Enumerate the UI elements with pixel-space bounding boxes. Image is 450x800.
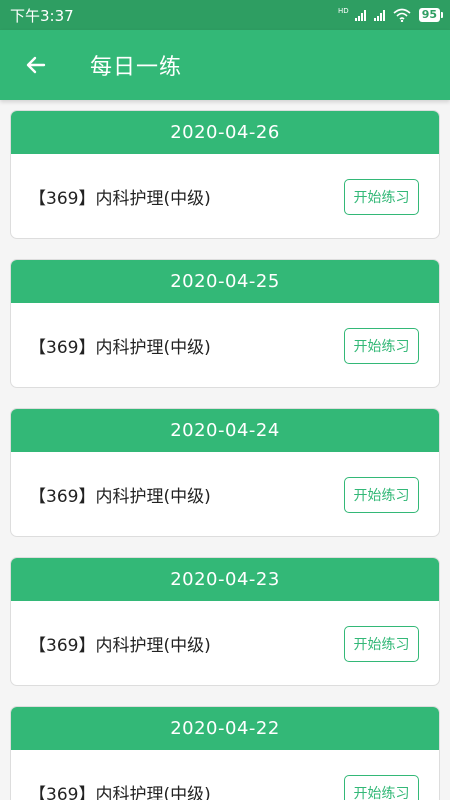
- network-type-label: HD: [338, 6, 349, 15]
- practice-card: 2020-04-25 【369】内科护理(中级) 开始练习: [10, 259, 440, 388]
- page-title: 每日一练: [90, 55, 183, 80]
- practice-date: 2020-04-24: [11, 409, 439, 452]
- battery-icon: 95: [418, 8, 444, 22]
- practice-title: 【369】内科护理(中级): [29, 785, 211, 800]
- practice-title: 【369】内科护理(中级): [29, 189, 211, 209]
- wifi-icon: [393, 8, 411, 22]
- practice-card: 2020-04-24 【369】内科护理(中级) 开始练习: [10, 408, 440, 537]
- practice-title: 【369】内科护理(中级): [29, 636, 211, 656]
- practice-card: 2020-04-23 【369】内科护理(中级) 开始练习: [10, 557, 440, 686]
- practice-body: 【369】内科护理(中级) 开始练习: [11, 452, 439, 536]
- practice-title: 【369】内科护理(中级): [29, 487, 211, 507]
- start-practice-button[interactable]: 开始练习: [344, 327, 419, 364]
- signal-icon: [373, 9, 385, 21]
- practice-body: 【369】内科护理(中级) 开始练习: [11, 750, 439, 800]
- status-time: 下午3:37: [10, 6, 74, 25]
- start-practice-button[interactable]: 开始练习: [344, 476, 419, 513]
- practice-title: 【369】内科护理(中级): [29, 338, 211, 358]
- arrow-left-icon: [26, 56, 46, 74]
- practice-body: 【369】内科护理(中级) 开始练习: [11, 154, 439, 238]
- practice-body: 【369】内科护理(中级) 开始练习: [11, 303, 439, 387]
- app-bar: 每日一练: [0, 30, 450, 100]
- back-button[interactable]: [14, 43, 58, 87]
- practice-date: 2020-04-25: [11, 260, 439, 303]
- practice-card: 2020-04-22 【369】内科护理(中级) 开始练习: [10, 706, 440, 800]
- status-icons: HD 95: [338, 6, 444, 22]
- practice-card: 2020-04-26 【369】内科护理(中级) 开始练习: [10, 110, 440, 239]
- practice-date: 2020-04-26: [11, 111, 439, 154]
- status-bar: 下午3:37 HD 95: [0, 0, 450, 30]
- practice-date: 2020-04-22: [11, 707, 439, 750]
- practice-body: 【369】内科护理(中级) 开始练习: [11, 601, 439, 685]
- practice-date: 2020-04-23: [11, 558, 439, 601]
- practice-list[interactable]: 2020-04-26 【369】内科护理(中级) 开始练习 2020-04-25…: [0, 100, 450, 800]
- start-practice-button[interactable]: 开始练习: [344, 178, 419, 215]
- signal-icon: [354, 9, 366, 21]
- start-practice-button[interactable]: 开始练习: [344, 774, 419, 800]
- start-practice-button[interactable]: 开始练习: [344, 625, 419, 662]
